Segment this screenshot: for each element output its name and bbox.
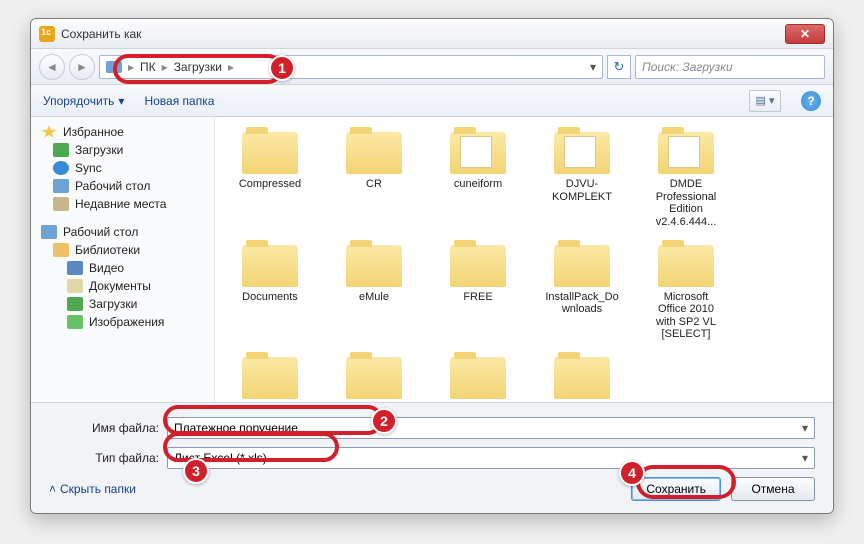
folder-item[interactable]: Compressed xyxy=(227,127,313,234)
toolbar: Упорядочить ▾ Новая папка ▤ ▾ ? xyxy=(31,85,833,117)
folder-icon xyxy=(658,132,714,174)
folder-icon xyxy=(242,132,298,174)
folder-icon xyxy=(554,245,610,287)
navbar: ◄ ► ▸ ПК ▸ Загрузки ▸ ▾ ↻ Поиск: Загрузк… xyxy=(31,49,833,85)
folder-name: Documents xyxy=(242,291,298,304)
recent-icon xyxy=(53,197,69,211)
sidebar-favorites[interactable]: Избранное xyxy=(31,123,214,141)
folder-item[interactable]: cuneiform xyxy=(435,127,521,234)
app-icon xyxy=(39,26,55,42)
sidebar-item-recent[interactable]: Недавние места xyxy=(31,195,214,213)
folder-icon xyxy=(658,245,714,287)
chevron-right-icon: ▸ xyxy=(228,60,234,74)
help-icon[interactable]: ? xyxy=(801,91,821,111)
hide-folders-button[interactable]: ˄ Скрыть папки xyxy=(49,482,136,496)
save-as-dialog: Сохранить как ✕ ◄ ► ▸ ПК ▸ Загрузки ▸ ▾ … xyxy=(30,18,834,514)
folder-item[interactable]: Documents xyxy=(227,240,313,347)
folder-icon xyxy=(450,245,506,287)
search-input[interactable]: Поиск: Загрузки xyxy=(635,55,825,79)
library-icon xyxy=(53,243,69,257)
download-icon xyxy=(67,297,83,311)
back-button[interactable]: ◄ xyxy=(39,54,65,80)
folder-item[interactable]: Programs xyxy=(435,352,521,402)
folder-item[interactable]: FREE xyxy=(435,240,521,347)
desktop-icon xyxy=(41,225,57,239)
sidebar-item-documents[interactable]: Документы xyxy=(31,277,214,295)
folder-item[interactable]: SuperCopy 2.1 xyxy=(539,352,625,402)
folder-name: eMule xyxy=(359,291,389,304)
bottom-panel: Имя файла: Платежное поручение Тип файла… xyxy=(31,402,833,513)
dialog-body: Избранное Загрузки Sync Рабочий стол Нед… xyxy=(31,117,833,402)
sidebar-item-images[interactable]: Изображения xyxy=(31,313,214,331)
files-area[interactable]: Compressed CR cuneiform DJVU-KOMPLEKT DMDE P… xyxy=(215,117,833,402)
breadcrumb-folder[interactable]: Загрузки xyxy=(174,60,222,74)
chevron-down-icon[interactable]: ▾ xyxy=(590,60,596,74)
chevron-up-icon: ˄ xyxy=(49,482,56,496)
folder-item[interactable]: Music xyxy=(227,352,313,402)
desktop-icon xyxy=(53,179,69,193)
folder-name: FREE xyxy=(463,291,492,304)
folder-name: Microsoft Office 2010 with SP2 VL [SELEC… xyxy=(648,291,724,342)
organize-button[interactable]: Упорядочить ▾ xyxy=(43,94,124,108)
folder-icon xyxy=(242,357,298,399)
folder-icon xyxy=(554,132,610,174)
sidebar-item-video[interactable]: Видео xyxy=(31,259,214,277)
breadcrumb-pc[interactable]: ПК xyxy=(140,60,156,74)
folder-icon xyxy=(450,357,506,399)
refresh-button[interactable]: ↻ xyxy=(607,55,631,79)
folder-name: cuneiform xyxy=(454,178,502,191)
sidebar-item-desktop[interactable]: Рабочий стол xyxy=(31,177,214,195)
chevron-down-icon: ▾ xyxy=(118,94,124,108)
folder-item[interactable]: OrbitumBackups xyxy=(331,352,417,402)
new-folder-button[interactable]: Новая папка xyxy=(144,94,214,108)
sidebar: Избранное Загрузки Sync Рабочий стол Нед… xyxy=(31,117,215,402)
folder-item[interactable]: Microsoft Office 2010 with SP2 VL [SELEC… xyxy=(643,240,729,347)
sync-icon xyxy=(53,161,69,175)
image-icon xyxy=(67,315,83,329)
folder-name: InstallPack_Downloads xyxy=(544,291,620,316)
save-button[interactable]: Сохранить xyxy=(631,477,721,501)
sidebar-desktop2[interactable]: Рабочий стол xyxy=(31,223,214,241)
chevron-right-icon: ▸ xyxy=(128,60,134,74)
download-icon xyxy=(53,143,69,157)
folder-icon xyxy=(346,132,402,174)
window-title: Сохранить как xyxy=(61,27,785,41)
search-placeholder: Поиск: Загрузки xyxy=(642,60,733,74)
folder-item[interactable]: InstallPack_Downloads xyxy=(539,240,625,347)
folder-icon xyxy=(242,245,298,287)
close-icon[interactable]: ✕ xyxy=(785,24,825,44)
chevron-right-icon: ▸ xyxy=(162,60,168,74)
breadcrumb[interactable]: ▸ ПК ▸ Загрузки ▸ ▾ xyxy=(99,55,603,79)
star-icon xyxy=(41,125,57,139)
sidebar-item-libraries[interactable]: Библиотеки xyxy=(31,241,214,259)
pc-icon xyxy=(106,61,122,73)
filetype-select[interactable]: Лист Excel (*.xls) xyxy=(167,447,815,469)
forward-button[interactable]: ► xyxy=(69,54,95,80)
sidebar-item-downloads2[interactable]: Загрузки xyxy=(31,295,214,313)
filename-label: Имя файла: xyxy=(49,421,159,435)
folder-name: DJVU-KOMPLEKT xyxy=(544,178,620,203)
folder-icon xyxy=(346,357,402,399)
folder-icon xyxy=(346,245,402,287)
folder-item[interactable]: DMDE Professional Edition v2.4.6.444... xyxy=(643,127,729,234)
folder-icon xyxy=(450,132,506,174)
video-icon xyxy=(67,261,83,275)
folder-name: CR xyxy=(366,178,382,191)
filename-input[interactable]: Платежное поручение xyxy=(167,417,815,439)
folder-item[interactable]: DJVU-KOMPLEKT xyxy=(539,127,625,234)
folder-name: Compressed xyxy=(239,178,301,191)
folder-icon xyxy=(554,357,610,399)
folder-item[interactable]: eMule xyxy=(331,240,417,347)
sidebar-item-downloads[interactable]: Загрузки xyxy=(31,141,214,159)
folder-name: DMDE Professional Edition v2.4.6.444... xyxy=(648,178,724,229)
titlebar[interactable]: Сохранить как ✕ xyxy=(31,19,833,49)
sidebar-item-sync[interactable]: Sync xyxy=(31,159,214,177)
folder-item[interactable]: CR xyxy=(331,127,417,234)
cancel-button[interactable]: Отмена xyxy=(731,477,815,501)
filetype-label: Тип файла: xyxy=(49,451,159,465)
files-grid: Compressed CR cuneiform DJVU-KOMPLEKT DMDE P… xyxy=(227,127,821,402)
document-icon xyxy=(67,279,83,293)
view-options-button[interactable]: ▤ ▾ xyxy=(749,90,781,112)
